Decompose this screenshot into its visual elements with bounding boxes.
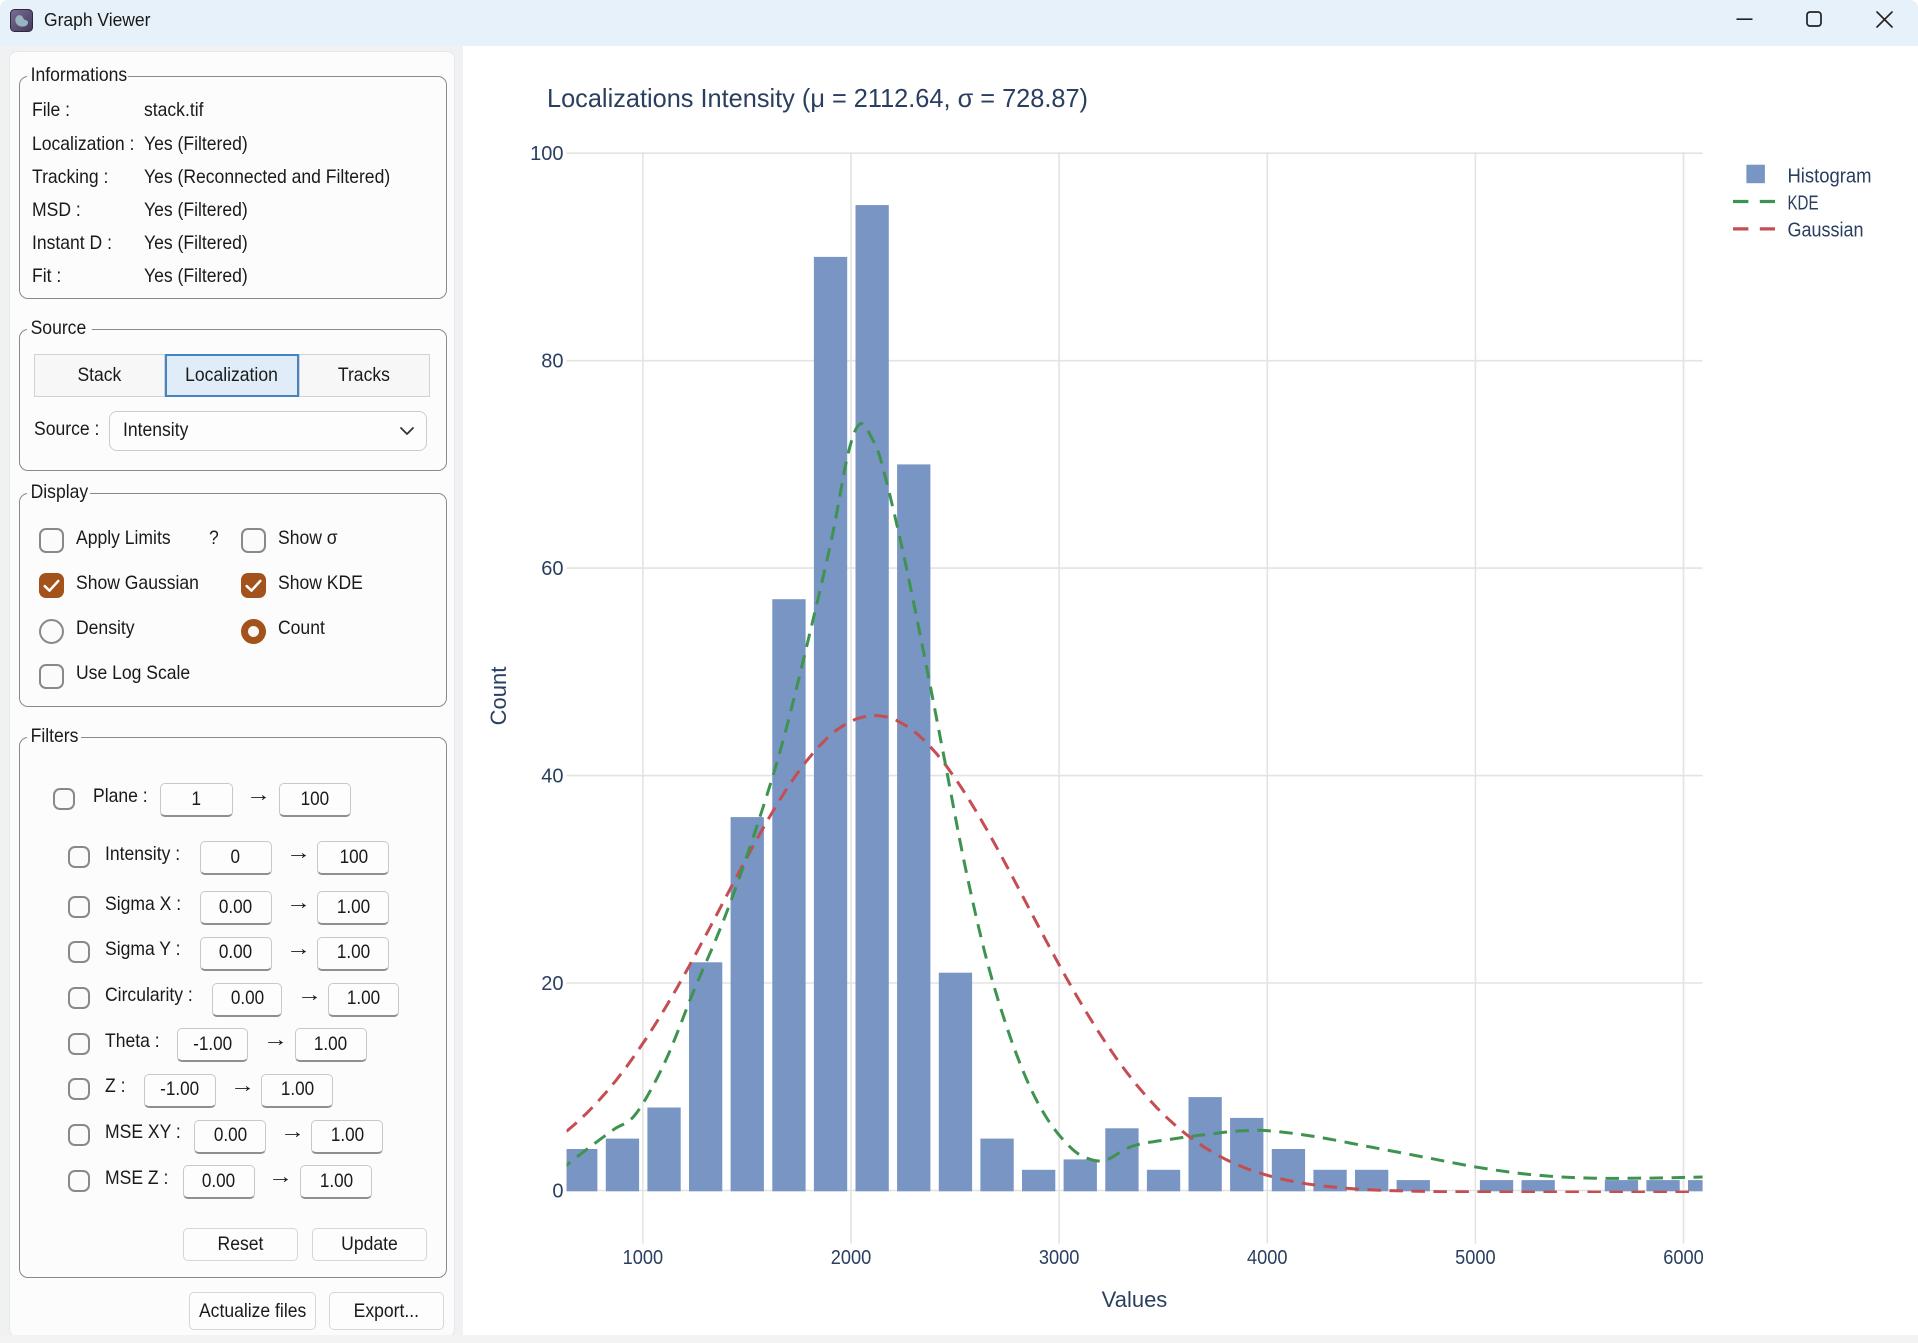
- svg-text:2000: 2000: [831, 1247, 872, 1269]
- svg-text:4000: 4000: [1247, 1247, 1288, 1269]
- svg-text:6000: 6000: [1663, 1247, 1704, 1269]
- svg-text:20: 20: [541, 973, 563, 995]
- svg-text:0: 0: [552, 1181, 563, 1203]
- svg-text:Gaussian: Gaussian: [1788, 220, 1864, 242]
- svg-text:Values: Values: [1102, 1287, 1168, 1312]
- svg-text:Histogram: Histogram: [1788, 166, 1872, 188]
- svg-text:80: 80: [541, 351, 563, 373]
- svg-text:40: 40: [541, 766, 563, 788]
- svg-text:Count: Count: [486, 667, 511, 726]
- svg-text:3000: 3000: [1039, 1247, 1080, 1269]
- svg-text:5000: 5000: [1455, 1247, 1496, 1269]
- svg-text:100: 100: [530, 143, 563, 165]
- svg-text:1000: 1000: [623, 1247, 664, 1269]
- svg-text:KDE: KDE: [1788, 193, 1819, 215]
- svg-text:60: 60: [541, 558, 563, 580]
- svg-text:Localizations Intensity (μ = 2: Localizations Intensity (μ = 2112.64, σ …: [547, 83, 1088, 113]
